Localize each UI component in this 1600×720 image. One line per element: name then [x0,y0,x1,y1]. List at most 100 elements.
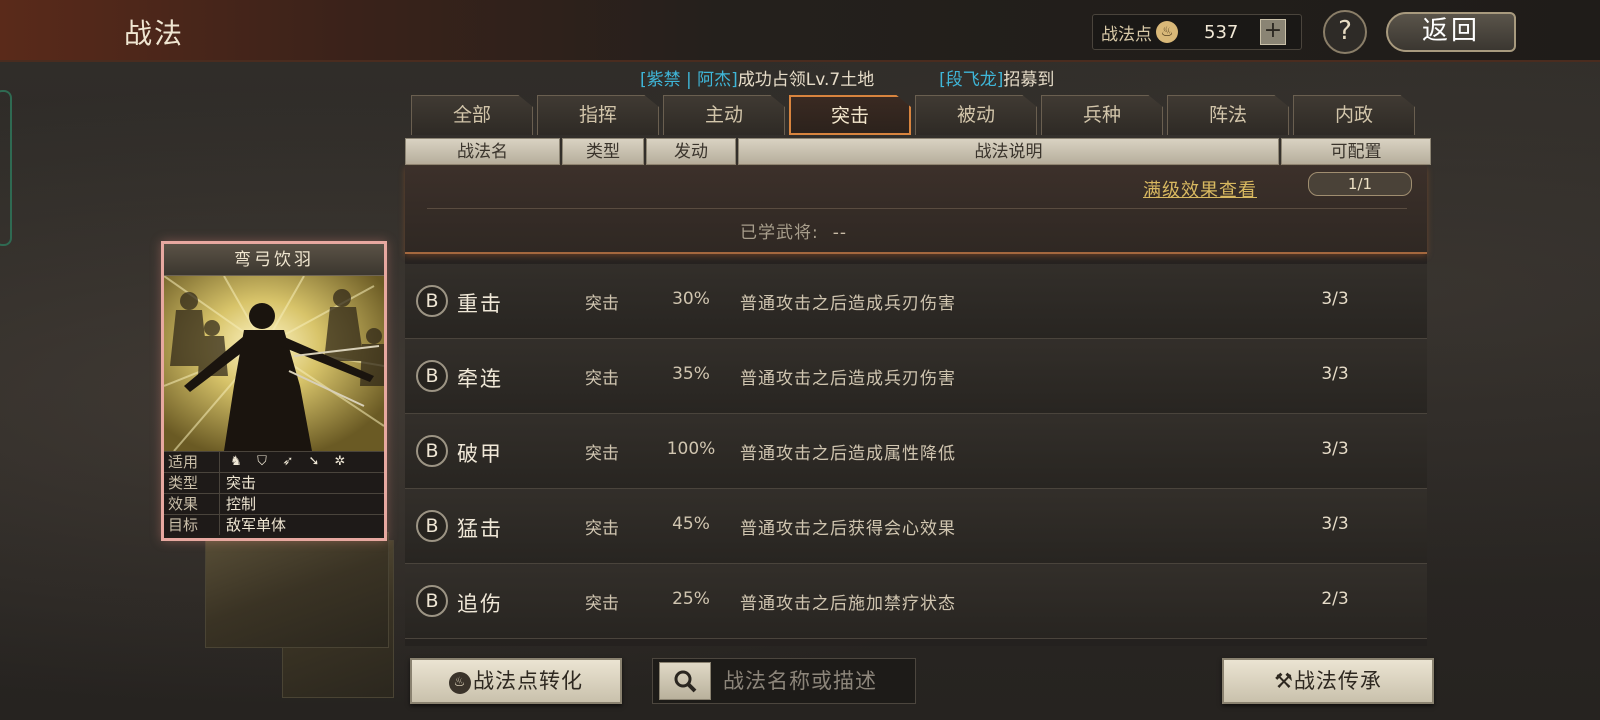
attr-target: 目标 敌军单体 [164,514,384,535]
skill-description: 普通攻击之后造成兵刃伤害 [740,294,956,314]
attr-label: 效果 [164,494,220,514]
grade-badge: B [416,585,448,617]
skill-name: 牵连 [457,367,503,391]
skill-config-count: 3/3 [1321,514,1349,534]
tab-passive[interactable]: 被动 [915,95,1037,135]
tab-all[interactable]: 全部 [411,95,533,135]
skill-row[interactable]: B 牵连 突击 35% 普通攻击之后造成兵刃伤害 3/3 [405,339,1427,414]
grade-badge: B [416,285,448,317]
skill-row[interactable]: B 重击 突击 30% 普通攻击之后造成兵刃伤害 3/3 [405,264,1427,339]
skill-trigger-rate: 30% [672,289,710,309]
skill-description: 普通攻击之后造成兵刃伤害 [740,369,956,389]
attr-type: 类型 突击 [164,472,384,493]
skill-inherit-label: 战法传承 [1293,669,1382,693]
column-header-description: 战法说明 [738,138,1279,165]
attr-label: 类型 [164,473,220,493]
skill-type: 突击 [585,444,619,464]
tab-formation[interactable]: 阵法 [1167,95,1289,135]
category-tabs: 全部 指挥 主动 突击 被动 兵种 阵法 内政 [411,95,1415,135]
tab-active[interactable]: 主动 [663,95,785,135]
top-bar: 战法 战法点 ♨ 537 + ? 返回 [0,0,1600,62]
cavalry-icon: ♞ [230,454,242,469]
grade-badge: B [416,360,448,392]
flame-icon: ♨ [1156,21,1178,43]
skill-config-count: 3/3 [1321,439,1349,459]
divider [427,208,1407,209]
search-icon [674,670,697,693]
skill-points-label: 战法点 [1101,24,1152,45]
skill-rows: B 重击 突击 30% 普通攻击之后造成兵刃伤害 3/3 B 牵连 突击 35%… [405,264,1427,639]
grade-badge: B [416,435,448,467]
skill-detail-header: 满级效果查看 1/1 已学武将: -- [405,166,1427,254]
skill-row[interactable]: B 猛击 突击 45% 普通攻击之后获得会心效果 3/3 [405,489,1427,564]
stacked-card-back [205,532,389,648]
skill-card-art [164,276,384,451]
column-header-name[interactable]: 战法名 [405,138,560,165]
skill-list-panel: 满级效果查看 1/1 已学武将: -- B 重击 突击 30% 普通攻击之后造成兵… [405,166,1427,646]
skill-trigger-rate: 100% [666,439,716,459]
learned-generals: 已学武将: -- [740,218,847,243]
hammer-icon: ⚒ [1274,669,1294,693]
skill-card-attributes: 适用 ♞ ⛉ ➶ ➘ ✲ 类型 突击 效果 控制 目标 敌军单体 [164,451,384,535]
column-header-type[interactable]: 类型 [562,138,644,165]
help-button[interactable]: ? [1323,10,1367,54]
skill-description: 普通攻击之后造成属性降低 [740,444,956,464]
skill-trigger-rate: 35% [672,364,710,384]
spear-icon: ➘ [308,454,320,469]
tab-internal[interactable]: 内政 [1293,95,1415,135]
search-input[interactable] [723,662,909,700]
skill-row[interactable]: B 破甲 突击 100% 普通攻击之后造成属性降低 3/3 [405,414,1427,489]
attr-applicable: 适用 ♞ ⛉ ➶ ➘ ✲ [164,451,384,472]
left-edge-drawer-handle[interactable] [0,90,12,246]
skill-card-title: 弯弓饮羽 [164,244,384,276]
attr-value: 控制 [226,495,257,513]
selected-skill-card[interactable]: 弯弓饮羽 适用 ♞ ⛉ ➶ ➘ ✲ 类型 突击 效果 控制 目标 敌军单体 [161,241,387,541]
skill-points-value: 537 [1204,21,1239,43]
skill-config-count: 3/3 [1321,364,1349,384]
attr-effect: 效果 控制 [164,493,384,514]
skill-name: 重击 [457,292,503,316]
skill-points-display: 战法点 ♨ 537 + [1092,14,1302,50]
skill-row[interactable]: B 追伤 突击 25% 普通攻击之后施加禁疗状态 2/3 [405,564,1427,639]
full-level-effect-link[interactable]: 满级效果查看 [1143,176,1257,202]
grade-badge: B [416,510,448,542]
ticker-player-tag[interactable]: [紫禁 | 阿杰] [640,70,738,90]
bow-icon: ➶ [282,454,294,469]
tab-command[interactable]: 指挥 [537,95,659,135]
page-title: 战法 [124,17,185,50]
skill-inherit-button[interactable]: ⚒战法传承 [1222,658,1434,704]
attr-value: 敌军单体 [226,516,287,534]
back-button[interactable]: 返回 [1386,12,1516,52]
tab-troop[interactable]: 兵种 [1041,95,1163,135]
convert-points-label: 战法点转化 [473,669,583,693]
skill-trigger-rate: 25% [672,589,710,609]
skill-config-count: 3/3 [1321,289,1349,309]
news-ticker: [紫禁 | 阿杰]成功占领Lv.7土地 [段飞龙]招募到 [640,65,1054,90]
skill-config-count: 2/3 [1321,589,1349,609]
ticker-message: 招募到 [1003,70,1055,90]
skill-name: 追伤 [457,592,503,616]
skill-description: 普通攻击之后获得会心效果 [740,519,956,539]
ticker-message: 成功占领Lv.7土地 [737,70,875,90]
search-button[interactable] [659,662,711,700]
troop-icons: ♞ ⛉ ➶ ➘ ✲ [220,452,348,472]
ticker-player-tag[interactable]: [段飞龙] [939,70,1003,90]
learned-generals-value: -- [832,223,848,243]
skill-trigger-rate: 45% [672,514,710,534]
learned-generals-label: 已学武将: [740,223,819,243]
shield-icon: ⛉ [257,454,267,469]
skill-type: 突击 [585,369,619,389]
convert-points-button[interactable]: ♨ 战法点转化 [410,658,622,704]
tab-assault[interactable]: 突击 [789,95,911,135]
search-bar [652,658,916,704]
wheel-icon: ✲ [334,454,346,469]
column-header-trigger[interactable]: 发动 [646,138,736,165]
add-points-button[interactable]: + [1260,19,1286,45]
config-count-badge: 1/1 [1308,172,1412,196]
skill-type: 突击 [585,519,619,539]
skill-type: 突击 [585,594,619,614]
attr-label: 目标 [164,515,220,535]
column-header-configurable[interactable]: 可配置 [1281,138,1431,165]
attr-label: 适用 [164,452,220,472]
skill-description: 普通攻击之后施加禁疗状态 [740,594,956,614]
